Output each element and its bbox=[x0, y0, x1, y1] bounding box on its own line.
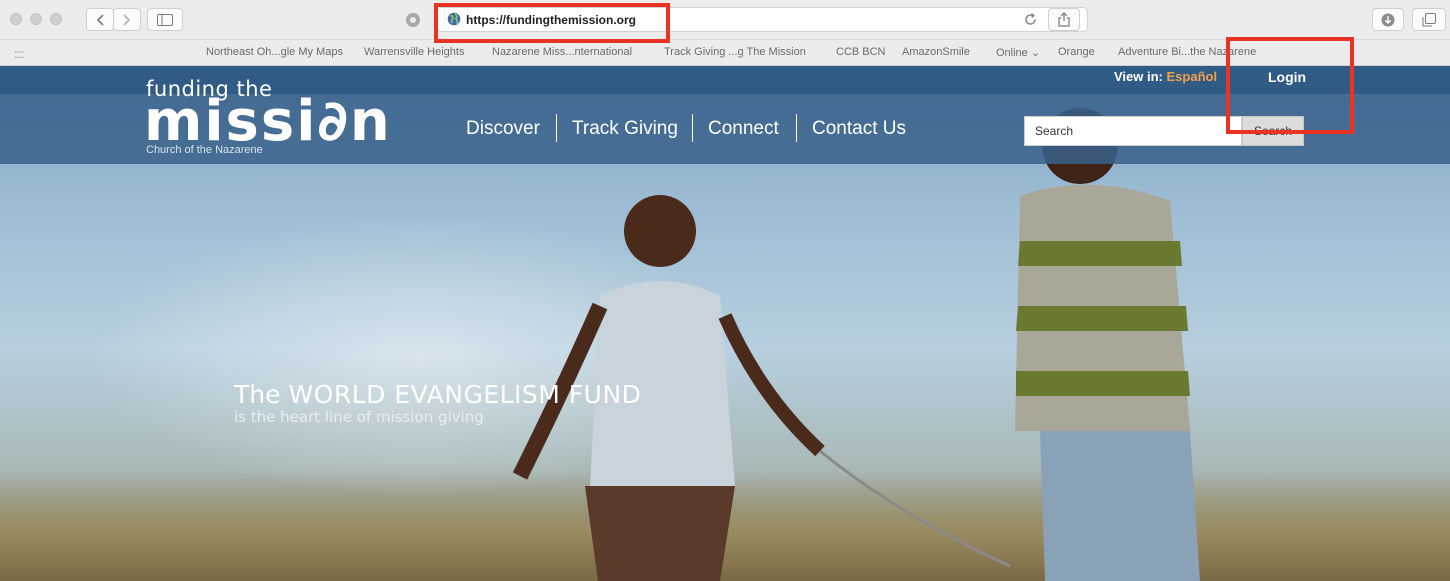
view-in-label: View in: bbox=[1114, 69, 1167, 84]
sidebar-button[interactable] bbox=[147, 8, 183, 31]
bookmark-item[interactable]: Track Giving ...g The Mission bbox=[664, 46, 806, 58]
language-link-espanol[interactable]: Español bbox=[1167, 69, 1218, 84]
bookmark-item[interactable]: Warrensville Heights bbox=[364, 46, 464, 58]
search-input[interactable]: Search bbox=[1024, 116, 1242, 146]
reload-button[interactable] bbox=[1016, 8, 1044, 31]
logo-subtitle: Church of the Nazarene bbox=[146, 144, 263, 156]
bookmark-item[interactable]: Nazarene Miss...nternational bbox=[492, 46, 632, 58]
hero-title: The WORLD EVANGELISM FUND bbox=[234, 380, 641, 409]
nav-discover[interactable]: Discover bbox=[466, 118, 540, 140]
browser-toolbar: https://fundingthemission.org bbox=[0, 0, 1450, 40]
reload-icon bbox=[1024, 13, 1036, 25]
nav-track-giving[interactable]: Track Giving bbox=[572, 118, 678, 140]
grammarly-button[interactable] bbox=[398, 8, 428, 31]
download-icon bbox=[1381, 13, 1395, 26]
forward-button[interactable] bbox=[113, 8, 141, 31]
bookmark-item[interactable]: Orange bbox=[1058, 46, 1095, 58]
hero-subtitle: is the heart line of mission giving bbox=[234, 408, 484, 426]
chevron-left-icon bbox=[96, 13, 104, 26]
hero-title-emphasis: WORLD EVANGELISM FUND bbox=[288, 380, 642, 409]
nav-divider bbox=[796, 114, 797, 142]
close-window-button[interactable] bbox=[10, 13, 22, 25]
minimize-window-button[interactable] bbox=[30, 13, 42, 25]
share-icon bbox=[1058, 12, 1070, 27]
web-page: funding the missi∂n Church of the Nazare… bbox=[0, 66, 1450, 581]
back-button[interactable] bbox=[86, 8, 114, 31]
bookmark-item[interactable]: CCB BCN bbox=[836, 46, 886, 58]
hero-title-prefix: The bbox=[234, 380, 289, 409]
login-highlight-box bbox=[1226, 37, 1354, 134]
nav-connect[interactable]: Connect bbox=[708, 118, 779, 140]
nav-contact-us[interactable]: Contact Us bbox=[812, 118, 906, 140]
apps-grid-icon[interactable]: :::: bbox=[14, 47, 24, 61]
chevron-right-icon bbox=[123, 13, 131, 26]
bookmark-item[interactable]: Northeast Oh...gle My Maps bbox=[206, 46, 343, 58]
share-button[interactable] bbox=[1048, 8, 1080, 31]
nav-divider bbox=[556, 114, 557, 142]
bookmark-item[interactable]: Online ⌄ bbox=[996, 46, 1040, 59]
tabs-icon bbox=[1422, 12, 1436, 26]
bookmark-item[interactable]: AmazonSmile bbox=[902, 46, 970, 58]
sidebar-icon bbox=[157, 13, 173, 26]
zoom-window-button[interactable] bbox=[50, 13, 62, 25]
tabs-overview-button[interactable] bbox=[1412, 8, 1446, 31]
nav-divider bbox=[692, 114, 693, 142]
downloads-button[interactable] bbox=[1372, 8, 1404, 31]
url-highlight-box bbox=[434, 3, 670, 43]
extension-icon bbox=[406, 12, 420, 27]
language-switcher: View in: Español bbox=[1114, 69, 1217, 84]
